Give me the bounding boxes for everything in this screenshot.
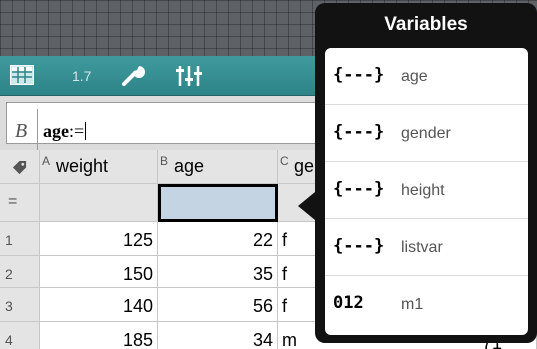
selected-cell[interactable] [158, 184, 278, 222]
popup-title: Variables [384, 14, 468, 35]
sliders-icon[interactable] [175, 63, 203, 89]
formula-divider [37, 109, 38, 151]
cell-age[interactable]: 35 [158, 256, 278, 288]
variable-name: m1 [401, 296, 424, 313]
formula-text: age:= [43, 121, 87, 142]
text-caret [85, 122, 87, 140]
row-number[interactable]: 2 [0, 256, 40, 288]
tag-icon [12, 160, 27, 175]
page-number[interactable]: 1.7 [72, 68, 91, 84]
list-variable-icon: {---} [333, 236, 385, 256]
matrix-variable-icon: 012 [333, 293, 364, 313]
cell-age[interactable]: 34 [158, 322, 278, 349]
variable-name: gender [401, 125, 451, 142]
spreadsheet-grid-icon[interactable] [10, 65, 34, 85]
wrench-icon[interactable] [120, 62, 146, 88]
variable-item-height[interactable]: {---} height [325, 162, 528, 219]
cell-age[interactable]: 56 [158, 288, 278, 322]
column-header-b[interactable]: B age [158, 150, 278, 184]
row-number[interactable]: 4 [0, 322, 40, 349]
list-variable-icon: {---} [333, 122, 385, 142]
column-header-a[interactable]: A weight [40, 150, 158, 184]
variable-name: listvar [401, 239, 443, 256]
formula-row-label: = [0, 184, 40, 222]
list-variable-icon: {---} [333, 179, 385, 199]
variable-item-listvar[interactable]: {---} listvar [325, 219, 528, 276]
popup-callout-arrow [298, 192, 315, 220]
cell-weight[interactable]: 140 [40, 288, 158, 322]
formula-variable: age [43, 121, 69, 141]
row-number[interactable]: 3 [0, 288, 40, 322]
cell-age[interactable]: 22 [158, 222, 278, 256]
corner-cell[interactable] [0, 150, 40, 184]
cell-weight[interactable]: 150 [40, 256, 158, 288]
list-variable-icon: {---} [333, 65, 385, 85]
variable-item-m1[interactable]: 012 m1 [325, 276, 528, 333]
cell-reference: B [15, 120, 28, 142]
cell-weight[interactable]: 185 [40, 322, 158, 349]
variables-list: {---} age {---} gender {---} height {---… [325, 48, 528, 335]
variable-item-gender[interactable]: {---} gender [325, 105, 528, 162]
formula-cell-a[interactable] [40, 184, 158, 222]
row-number[interactable]: 1 [0, 222, 40, 256]
variable-name: age [401, 68, 428, 85]
variable-name: height [401, 182, 445, 199]
formula-operator: := [69, 121, 85, 141]
variable-item-age[interactable]: {---} age [325, 48, 528, 105]
cell-weight[interactable]: 125 [40, 222, 158, 256]
variables-popup: Variables {---} age {---} gender {---} h… [315, 3, 537, 343]
